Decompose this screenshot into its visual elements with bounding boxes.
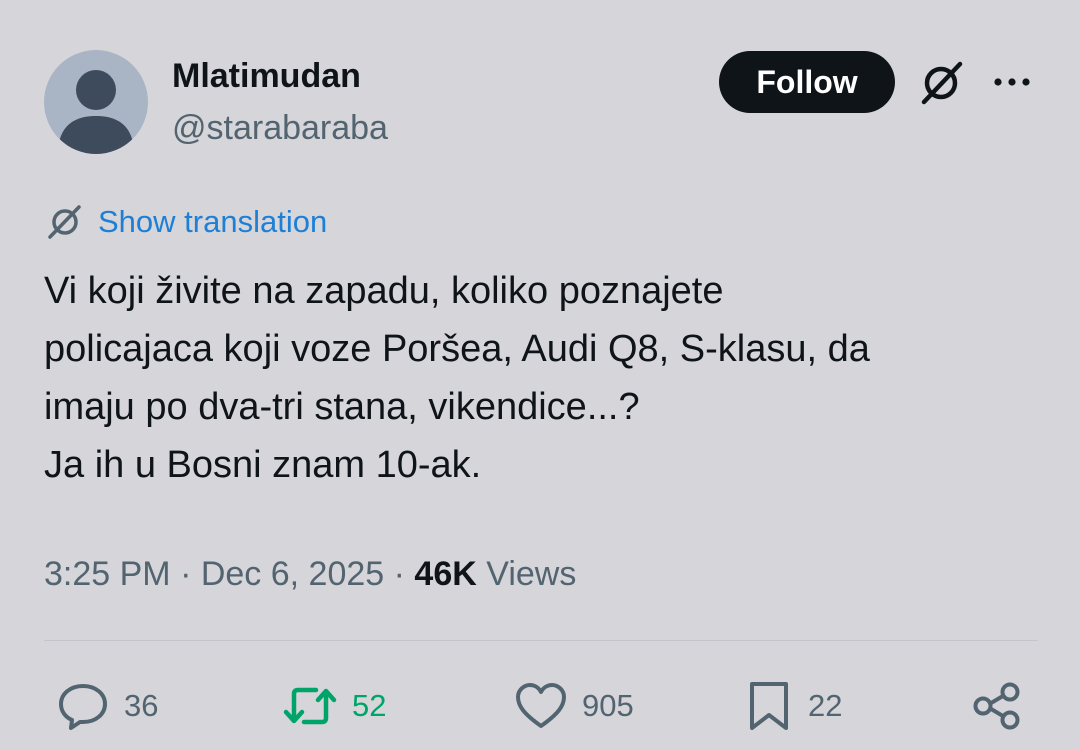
reply-count: 36 bbox=[124, 688, 159, 723]
default-avatar-icon bbox=[58, 70, 134, 154]
views-label: Views bbox=[486, 555, 577, 593]
retweet-count: 52 bbox=[352, 688, 387, 723]
tweet-text: Vi koji živite na zapadu, koliko poznaje… bbox=[44, 262, 1044, 494]
views-count[interactable]: 46K bbox=[414, 555, 476, 593]
meta-separator: · bbox=[384, 555, 415, 593]
user-handle[interactable]: @starabaraba bbox=[172, 108, 388, 148]
reply-button[interactable]: 36 bbox=[56, 680, 158, 732]
tweet-date[interactable]: Dec 6, 2025 bbox=[201, 555, 384, 593]
follow-button[interactable]: Follow bbox=[719, 51, 895, 113]
avatar[interactable] bbox=[44, 50, 148, 154]
grok-button[interactable] bbox=[914, 56, 968, 110]
tweet-meta: 3:25 PM · Dec 6, 2025 · 46K Views bbox=[44, 552, 576, 596]
retweet-button[interactable]: 52 bbox=[282, 680, 386, 732]
display-name[interactable]: Mlatimudan bbox=[172, 56, 361, 96]
tweet-text-line: policajaca koji voze Poršea, Audi Q8, S-… bbox=[44, 328, 870, 370]
divider bbox=[44, 640, 1038, 641]
like-button[interactable]: 905 bbox=[514, 680, 634, 732]
more-options-button[interactable] bbox=[990, 62, 1034, 102]
bookmark-button[interactable]: 22 bbox=[744, 680, 842, 732]
tweet-text-line: Vi koji živite na zapadu, koliko poznaje… bbox=[44, 270, 724, 312]
tweet-time[interactable]: 3:25 PM bbox=[44, 555, 171, 593]
bookmark-icon bbox=[750, 682, 788, 730]
like-count: 905 bbox=[582, 688, 634, 723]
grok-icon bbox=[48, 205, 81, 239]
show-translation-label: Show translation bbox=[98, 204, 328, 239]
bookmark-count: 22 bbox=[808, 688, 843, 723]
show-translation-link[interactable]: Show translation bbox=[44, 202, 327, 242]
retweet-icon bbox=[283, 687, 337, 725]
reply-icon bbox=[59, 684, 107, 730]
tweet-text-line: Ja ih u Bosni znam 10-ak. bbox=[44, 444, 482, 486]
grok-icon bbox=[921, 61, 963, 105]
share-button[interactable] bbox=[970, 680, 1024, 732]
tweet-text-line: imaju po dva-tri stana, vikendice...? bbox=[44, 386, 640, 428]
more-options-icon bbox=[994, 78, 1030, 86]
heart-icon bbox=[516, 683, 566, 728]
share-icon bbox=[973, 682, 1020, 730]
meta-separator: · bbox=[170, 555, 201, 593]
